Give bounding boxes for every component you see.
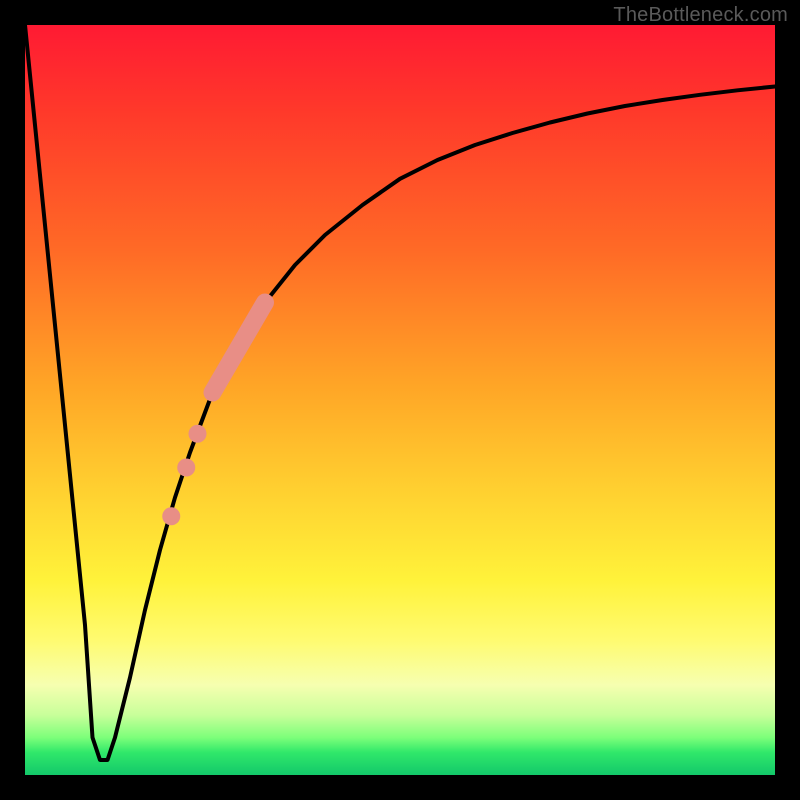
highlight-dots bbox=[162, 425, 206, 526]
highlight-dot-2 bbox=[162, 507, 180, 525]
highlight-thick-segment bbox=[213, 303, 266, 393]
highlight-dot-1 bbox=[177, 459, 195, 477]
highlight-dot-0 bbox=[189, 425, 207, 443]
bottleneck-curve bbox=[25, 25, 775, 760]
attribution-label: TheBottleneck.com bbox=[613, 4, 788, 27]
chart-frame: TheBottleneck.com bbox=[0, 0, 800, 800]
plot-area bbox=[25, 25, 775, 775]
chart-svg bbox=[25, 25, 775, 775]
